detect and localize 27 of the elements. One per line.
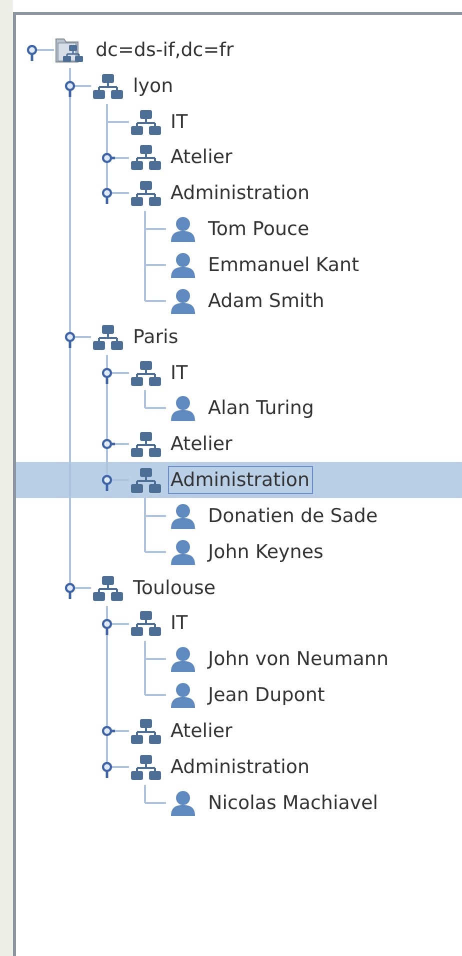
tree-item[interactable]: Administration: [16, 748, 462, 785]
tree-item[interactable]: Nicolas Machiavel: [16, 784, 462, 821]
tree-item[interactable]: Adam Smith: [16, 282, 462, 319]
tree-item[interactable]: IT: [16, 354, 462, 390]
tree-item[interactable]: Paris: [16, 318, 462, 355]
tree-item[interactable]: Atelier: [16, 140, 462, 176]
tree-item[interactable]: Atelier: [16, 713, 462, 749]
tree-item[interactable]: John von Neumann: [16, 641, 462, 678]
network-icon: [128, 608, 162, 638]
tree-item[interactable]: Jean Dupont: [16, 677, 462, 714]
tree-item[interactable]: Toulouse: [16, 570, 462, 606]
tree-item[interactable]: Tom Pouce: [16, 211, 462, 248]
tree-item[interactable]: IT: [16, 606, 462, 642]
tree-item[interactable]: lyon: [16, 68, 462, 104]
tree-item[interactable]: Administration: [16, 462, 462, 498]
tree-item[interactable]: Donatien de Sade: [16, 498, 462, 534]
tree-item[interactable]: Alan Turing: [16, 390, 462, 426]
tree-item[interactable]: IT: [16, 104, 462, 140]
network-icon: [128, 429, 162, 460]
tree-item[interactable]: Administration: [16, 175, 462, 212]
network-icon: [128, 178, 162, 208]
tree-item[interactable]: John Keynes: [16, 534, 462, 570]
tree-item[interactable]: Emmanuel Kant: [16, 247, 462, 283]
tree-item[interactable]: dc=ds-if,dc=fr: [16, 32, 462, 68]
network-icon: [128, 465, 162, 496]
network-icon: [128, 142, 162, 172]
tree-item[interactable]: Atelier: [16, 426, 462, 462]
